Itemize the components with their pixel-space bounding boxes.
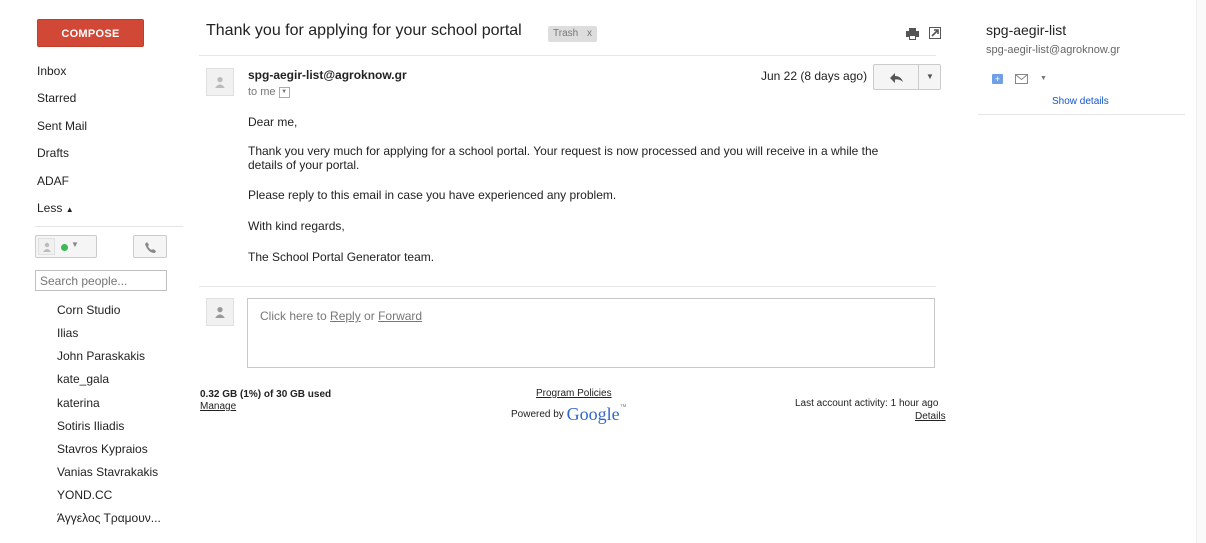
contact-item[interactable]: YOND.CC [57,488,112,502]
show-details-link[interactable]: Show details [1052,96,1109,107]
powered-by-text: Powered by [511,409,564,421]
my-avatar [206,298,234,326]
presence-dot-icon [61,244,68,251]
nav-less-label: Less [37,201,63,215]
nav-divider [35,226,183,227]
storage-usage: 0.32 GB (1%) of 30 GB used [200,389,332,400]
recipient-line[interactable]: to me ▼ [248,86,290,98]
body-paragraph: details of your portal. [248,158,360,172]
search-people-input[interactable] [35,270,167,291]
activity-details-link[interactable]: Details [915,411,946,422]
powered-by: Powered by Google™ [511,404,627,425]
person-icon [215,76,225,88]
reply-box[interactable]: Click here to Reply or Forward [247,298,935,368]
sender-avatar [206,68,234,96]
nav-drafts[interactable]: Drafts [37,146,69,160]
phone-icon [145,242,156,253]
nav-sent-mail[interactable]: Sent Mail [37,119,87,133]
contact-item[interactable]: katerina [57,396,100,410]
details-dropdown-icon[interactable]: ▼ [278,86,290,98]
new-window-icon[interactable] [929,27,941,39]
body-closing: With kind regards, [248,219,345,233]
nav-inbox[interactable]: Inbox [37,64,66,78]
trademark: ™ [619,404,627,411]
sender-email[interactable]: spg-aegir-list@agroknow.gr [248,68,407,82]
more-actions-icon[interactable]: ▼ [1040,75,1047,82]
add-to-circles-icon[interactable]: + [992,74,1003,84]
person-icon [42,242,51,252]
reply-prompt-or: or [360,309,379,323]
reply-link[interactable]: Reply [330,309,361,323]
nav-adaf[interactable]: ADAF [37,174,69,188]
contact-item[interactable]: John Paraskakis [57,349,145,363]
more-options-icon[interactable]: ▼ [926,72,934,81]
compose-button[interactable]: COMPOSE [37,19,144,47]
contact-item[interactable]: Sotiris Iliadis [57,419,124,433]
contact-item[interactable]: Corn Studio [57,303,120,317]
chat-status-button[interactable]: ▼ [35,235,97,258]
trash-label[interactable]: Trash x [548,26,597,42]
phone-call-button[interactable] [133,235,167,258]
program-policies-link[interactable]: Program Policies [536,388,612,399]
body-paragraph: Thank you very much for applying for a s… [248,144,879,158]
chat-avatar [38,238,55,255]
panel-divider [978,114,1185,115]
contact-item[interactable]: Ilias [57,326,78,340]
recipient-text: to me [248,86,276,98]
remove-label-icon[interactable]: x [587,28,592,39]
caret-up-icon: ▲ [65,205,74,214]
email-icon[interactable] [1015,74,1028,84]
message-date: Jun 22 (8 days ago) [761,69,868,83]
body-signature: The School Portal Generator team. [248,250,435,264]
last-activity: Last account activity: 1 hour ago [795,398,939,409]
email-subject: Thank you for applying for your school p… [206,22,522,39]
body-paragraph: Please reply to this email in case you h… [248,188,617,202]
contact-email: spg-aegir-list@agroknow.gr [986,44,1121,56]
reply-prompt: Click here to Reply or Forward [260,309,422,323]
body-divider [199,286,936,287]
reply-button-group[interactable]: ▼ [873,64,941,90]
body-greeting: Dear me, [248,115,298,129]
nav-less[interactable]: Less ▲ [37,201,74,215]
scrollbar[interactable] [1196,0,1206,543]
forward-link[interactable]: Forward [378,309,422,323]
nav-starred[interactable]: Starred [37,91,76,105]
header-divider [199,55,936,56]
trash-label-text: Trash [553,28,579,39]
chevron-down-icon: ▼ [71,240,79,249]
google-logo: Google [566,404,620,424]
reply-prompt-prefix: Click here to [260,309,331,323]
contact-item[interactable]: kate_gala [57,372,109,386]
contact-item[interactable]: Άγγελος Τραμουν... [57,511,161,525]
contact-name: spg-aegir-list [986,22,1067,38]
contact-item[interactable]: Stavros Kypraios [57,442,148,456]
reply-arrow-icon[interactable] [890,73,903,83]
contact-item[interactable]: Vanias Stavrakakis [57,465,158,479]
manage-link[interactable]: Manage [200,401,236,412]
print-icon[interactable] [906,28,919,40]
person-icon [215,306,225,318]
button-divider [918,65,919,89]
